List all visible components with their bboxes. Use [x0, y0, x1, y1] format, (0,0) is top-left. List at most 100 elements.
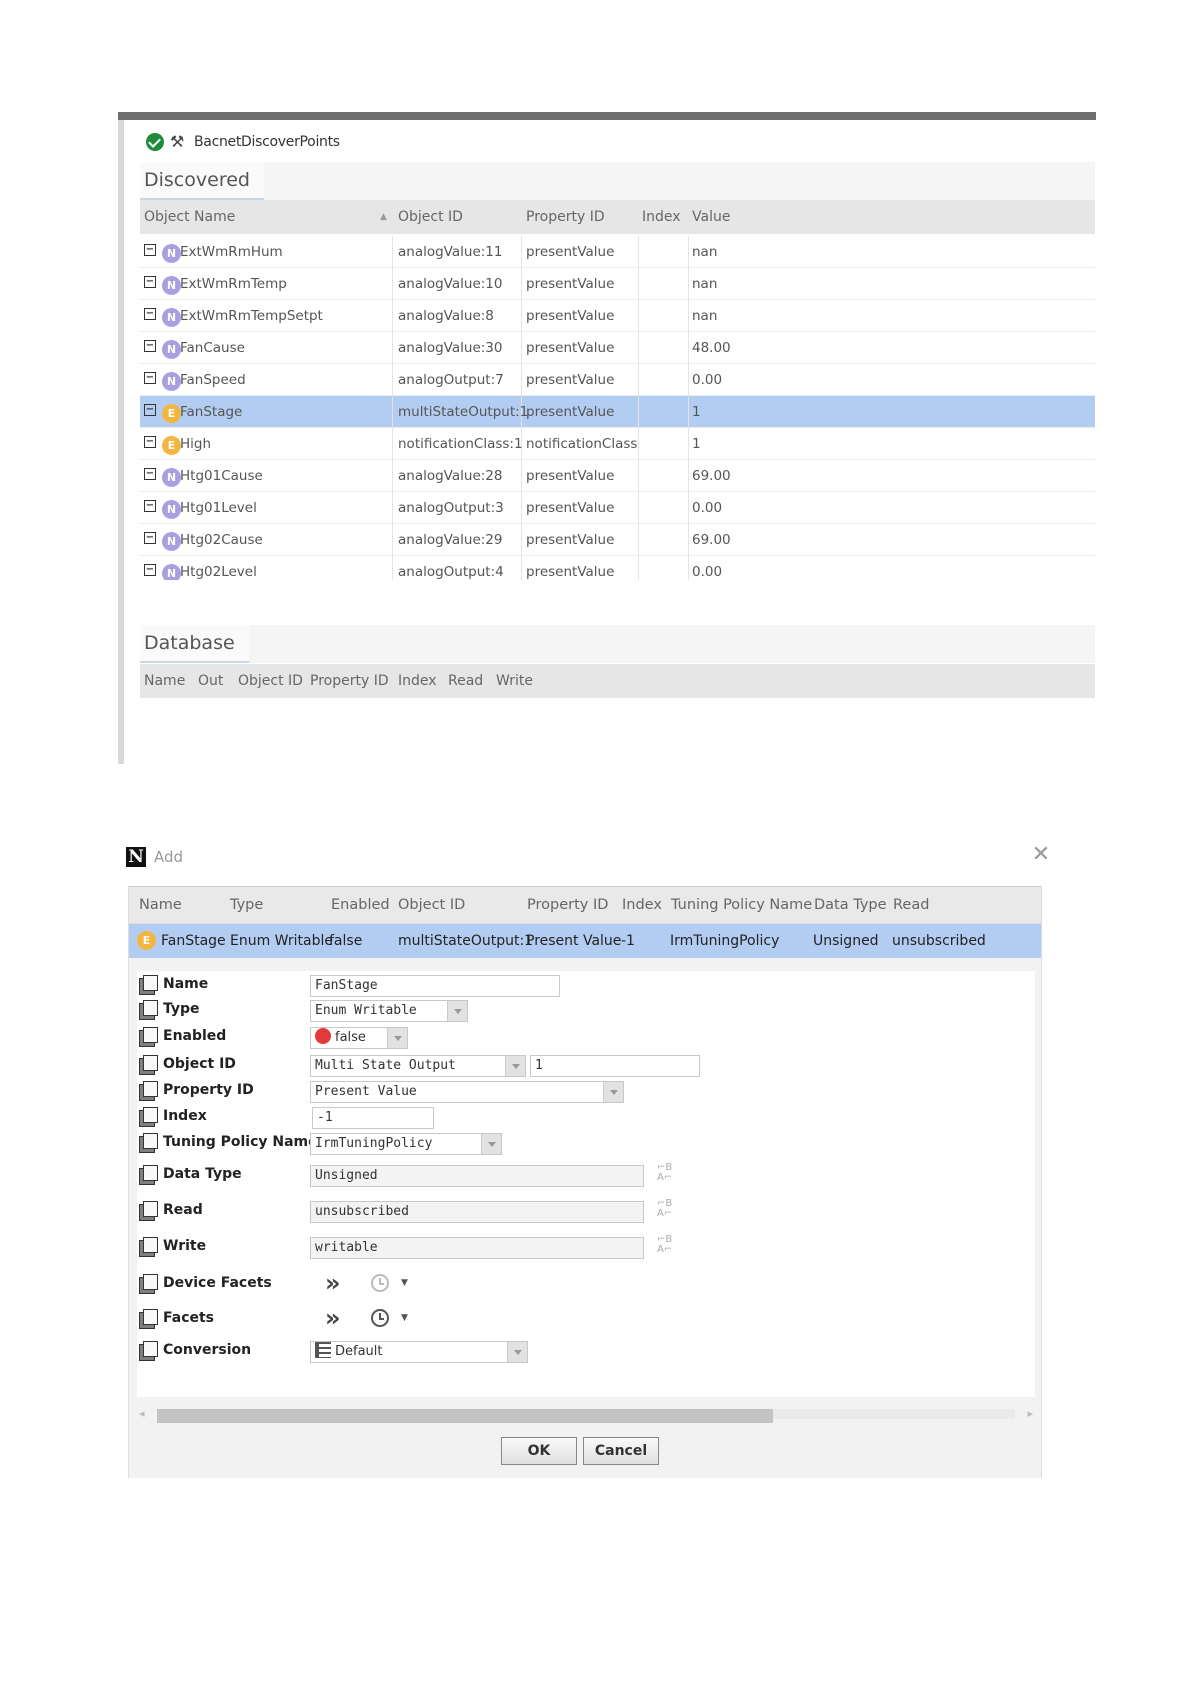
tuning-policy-select[interactable]: IrmTuningPolicy: [310, 1133, 502, 1155]
add-col-name[interactable]: Name: [139, 897, 182, 913]
edit-slot-icon[interactable]: ⌐B A⌐: [657, 1199, 675, 1219]
name-field[interactable]: FanStage: [310, 975, 560, 997]
column-divider: [688, 428, 689, 460]
db-col-read[interactable]: Read: [448, 673, 483, 689]
column-divider: [688, 524, 689, 556]
caret-down-icon[interactable]: ▼: [401, 1278, 408, 1288]
expand-collapse-icon[interactable]: −: [144, 372, 156, 384]
horizontal-scrollbar[interactable]: ◂ ▸: [137, 1405, 1035, 1423]
table-row[interactable]: − N FanSpeed analogOutput:7 presentValue 0.00: [140, 364, 1095, 396]
object-type-select[interactable]: Multi State Output: [310, 1055, 526, 1077]
property-id-select[interactable]: Present Value: [310, 1081, 624, 1103]
db-col-write[interactable]: Write: [496, 673, 533, 689]
table-row[interactable]: − E FanStage multiStateOutput:1 presentValue…: [140, 396, 1095, 428]
scrollbar-thumb[interactable]: [157, 1409, 773, 1423]
add-col-property-id[interactable]: Property ID: [527, 897, 608, 913]
col-index[interactable]: Index: [642, 209, 681, 225]
add-table-row[interactable]: E FanStage Enum Writable false multiStat…: [129, 924, 1041, 958]
clock-icon[interactable]: [371, 1274, 389, 1292]
edit-slot-icon[interactable]: ⌐B A⌐: [657, 1235, 675, 1255]
discovered-tab[interactable]: Discovered: [140, 162, 264, 200]
type-select[interactable]: Enum Writable: [310, 1000, 468, 1022]
add-col-enabled[interactable]: Enabled: [331, 897, 390, 913]
add-column-headers: Name Type Enabled Object ID Property ID …: [129, 887, 1041, 924]
table-row[interactable]: − N ExtWmRmHum analogValue:11 presentValue na…: [140, 236, 1095, 268]
table-row[interactable]: − N ExtWmRmTempSetpt analogValue:8 presentVa…: [140, 300, 1095, 332]
db-col-property-id[interactable]: Property ID: [310, 673, 389, 689]
prop-label-device-facets: Device Facets: [163, 1275, 272, 1291]
expand-collapse-icon[interactable]: −: [144, 340, 156, 352]
add-col-read[interactable]: Read: [893, 897, 929, 913]
cell-object-name: FanSpeed: [180, 372, 246, 388]
column-divider: [392, 236, 393, 268]
db-col-object-id[interactable]: Object ID: [238, 673, 303, 689]
table-row[interactable]: − N Htg01Level analogOutput:3 presentValue 0.…: [140, 492, 1095, 524]
ok-button[interactable]: OK: [501, 1437, 577, 1465]
chevron-down-icon[interactable]: [505, 1056, 525, 1076]
caret-down-icon[interactable]: ▼: [401, 1313, 408, 1323]
clock-icon[interactable]: [371, 1309, 389, 1327]
col-property-id[interactable]: Property ID: [526, 209, 605, 225]
dialog-title: Add: [154, 848, 184, 866]
index-field[interactable]: -1: [312, 1107, 434, 1129]
cell-object-name: Htg02Cause: [180, 532, 263, 548]
table-row[interactable]: − N ExtWmRmTemp analogValue:10 presentValue n…: [140, 268, 1095, 300]
add-col-type[interactable]: Type: [230, 897, 263, 913]
table-row[interactable]: − N FanCause analogValue:30 presentValue 48.0…: [140, 332, 1095, 364]
prop-label-conversion: Conversion: [163, 1342, 252, 1358]
object-instance-field[interactable]: 1: [530, 1055, 700, 1077]
add-col-index[interactable]: Index: [622, 897, 662, 913]
col-object-name[interactable]: Object Name: [144, 209, 235, 225]
enabled-select[interactable]: false: [310, 1027, 408, 1049]
expand-collapse-icon[interactable]: −: [144, 468, 156, 480]
table-row[interactable]: − N Htg02Cause analogValue:29 presentValue 69…: [140, 524, 1095, 556]
db-col-out[interactable]: Out: [198, 673, 223, 689]
cell-property-id: presentValue: [526, 244, 615, 260]
property-slot-icon: [139, 1274, 158, 1294]
column-divider: [392, 556, 393, 580]
scroll-right-icon[interactable]: ▸: [1027, 1407, 1033, 1420]
column-divider: [392, 428, 393, 460]
expand-collapse-icon[interactable]: −: [144, 500, 156, 512]
table-row[interactable]: − N Htg02Level analogOutput:4 presentValue 0.…: [140, 556, 1095, 580]
cell-object-name: FanCause: [180, 340, 245, 356]
col-value[interactable]: Value: [692, 209, 730, 225]
chevron-down-icon[interactable]: [603, 1082, 623, 1102]
column-divider: [521, 460, 522, 492]
conversion-select[interactable]: Default: [310, 1341, 528, 1363]
column-divider: [688, 364, 689, 396]
expand-collapse-icon[interactable]: −: [144, 404, 156, 416]
expand-collapse-icon[interactable]: −: [144, 436, 156, 448]
chevron-down-icon[interactable]: [447, 1001, 467, 1021]
facets-editor-icon[interactable]: »: [325, 1271, 341, 1295]
add-col-object-id[interactable]: Object ID: [398, 897, 465, 913]
numeric-point-icon: N: [162, 308, 181, 327]
edit-slot-icon[interactable]: ⌐B A⌐: [657, 1163, 675, 1183]
expand-collapse-icon[interactable]: −: [144, 308, 156, 320]
table-row[interactable]: − N Htg01Cause analogValue:28 presentValue 69…: [140, 460, 1095, 492]
cancel-button[interactable]: Cancel: [583, 1437, 659, 1465]
close-icon[interactable]: ✕: [1030, 844, 1052, 866]
add-col-data-type[interactable]: Data Type: [814, 897, 887, 913]
chevron-down-icon[interactable]: [481, 1134, 501, 1154]
expand-collapse-icon[interactable]: −: [144, 532, 156, 544]
enum-point-icon: E: [162, 404, 181, 423]
column-divider: [521, 268, 522, 300]
property-slot-icon: [139, 1341, 158, 1361]
chevron-down-icon[interactable]: [507, 1342, 527, 1362]
col-object-id[interactable]: Object ID: [398, 209, 463, 225]
expand-collapse-icon[interactable]: −: [144, 564, 156, 576]
scroll-left-icon[interactable]: ◂: [139, 1407, 145, 1420]
chevron-down-icon[interactable]: [387, 1028, 407, 1048]
cell-object-name: ExtWmRmHum: [180, 244, 283, 260]
add-row-index: -1: [621, 933, 635, 949]
object-type-value: Multi State Output: [315, 1058, 456, 1073]
add-col-tuning-policy[interactable]: Tuning Policy Name: [671, 897, 812, 913]
expand-collapse-icon[interactable]: −: [144, 244, 156, 256]
database-tab[interactable]: Database: [140, 625, 249, 663]
table-row[interactable]: − E High notificationClass:1 notificationCla…: [140, 428, 1095, 460]
db-col-index[interactable]: Index: [398, 673, 437, 689]
facets-editor-icon[interactable]: »: [325, 1306, 341, 1330]
db-col-name[interactable]: Name: [144, 673, 185, 689]
expand-collapse-icon[interactable]: −: [144, 276, 156, 288]
